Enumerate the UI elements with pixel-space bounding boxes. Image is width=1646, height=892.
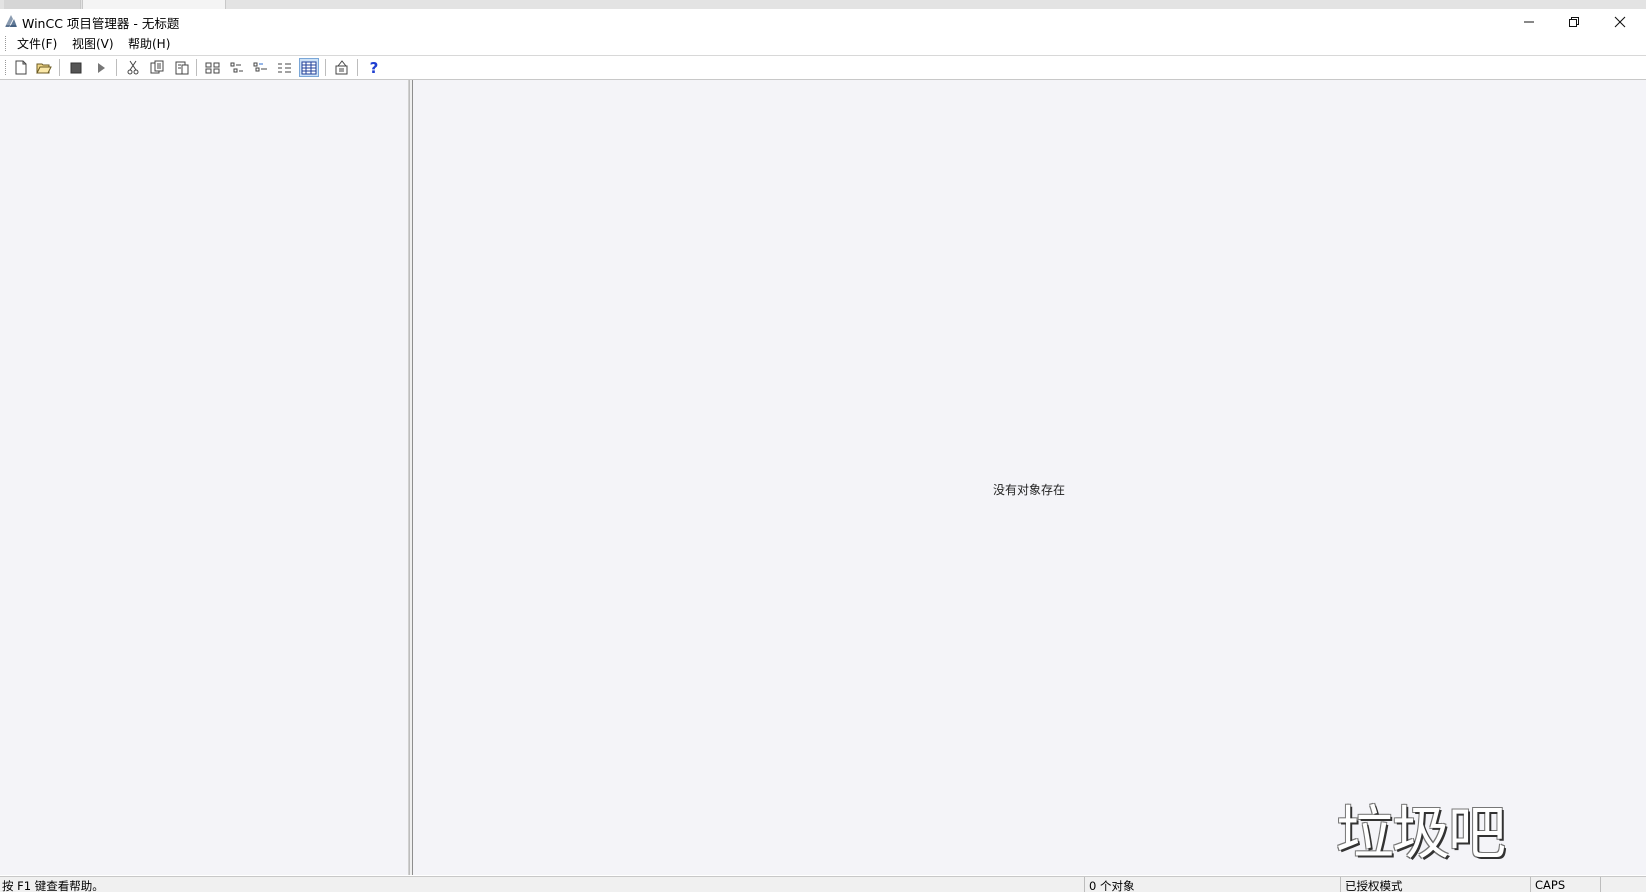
window-title: WinCC 项目管理器 - 无标题: [22, 16, 180, 31]
window-tab-2[interactable]: [82, 0, 226, 9]
toolbar: ?: [0, 55, 1646, 80]
new-file-icon[interactable]: [11, 58, 31, 77]
help-glyph: ?: [369, 58, 379, 77]
toolbar-separator: [325, 59, 326, 76]
menu-file[interactable]: 文件(F): [15, 35, 59, 52]
large-icons-view-icon[interactable]: [203, 58, 223, 77]
status-help-text: 按 F1 键查看帮助。: [2, 879, 104, 892]
stop-icon[interactable]: [66, 58, 86, 77]
navigation-tree-pane[interactable]: [0, 80, 409, 875]
status-caps-indicator: CAPS: [1535, 878, 1566, 892]
window-tab-strip: [0, 0, 1646, 9]
empty-state-message: 没有对象存在: [993, 483, 1066, 497]
status-divider: [1084, 877, 1085, 892]
help-icon[interactable]: ?: [364, 58, 384, 77]
status-divider: [1600, 877, 1601, 892]
menubar-grip[interactable]: [5, 36, 8, 51]
wincc-app-icon: [3, 13, 19, 29]
restore-button[interactable]: [1551, 9, 1597, 35]
list-view-icon[interactable]: [251, 58, 271, 77]
status-divider: [1530, 877, 1531, 892]
grid-view-icon[interactable]: [299, 58, 319, 77]
properties-icon[interactable]: [332, 58, 352, 77]
minimize-button[interactable]: [1506, 9, 1552, 35]
menu-help[interactable]: 帮助(H): [126, 35, 172, 52]
cut-icon[interactable]: [123, 58, 143, 77]
title-bar: WinCC 项目管理器 - 无标题: [0, 9, 1646, 35]
toolbar-separator: [59, 59, 60, 76]
small-icons-view-icon[interactable]: [227, 58, 247, 77]
paste-icon[interactable]: [171, 58, 191, 77]
play-icon[interactable]: [91, 58, 111, 77]
status-object-count: 0 个对象: [1089, 879, 1135, 892]
open-folder-icon[interactable]: [34, 58, 54, 77]
close-button[interactable]: [1597, 9, 1643, 35]
copy-icon[interactable]: [147, 58, 167, 77]
content-pane[interactable]: 没有对象存在 垃圾吧: [413, 80, 1646, 875]
status-license-mode: 已授权模式: [1345, 879, 1403, 892]
details-view-icon[interactable]: [275, 58, 295, 77]
menu-view[interactable]: 视图(V): [70, 35, 116, 52]
toolbar-grip[interactable]: [5, 60, 8, 75]
menu-bar: 文件(F) 视图(V) 帮助(H): [0, 33, 1646, 54]
toolbar-separator: [357, 59, 358, 76]
toolbar-separator: [116, 59, 117, 76]
watermark-logo: 垃圾吧: [1336, 799, 1506, 867]
status-divider: [1340, 877, 1341, 892]
window-tab-1[interactable]: [4, 0, 81, 9]
status-bar: 按 F1 键查看帮助。 0 个对象 已授权模式 CAPS: [0, 876, 1646, 892]
toolbar-separator: [196, 59, 197, 76]
